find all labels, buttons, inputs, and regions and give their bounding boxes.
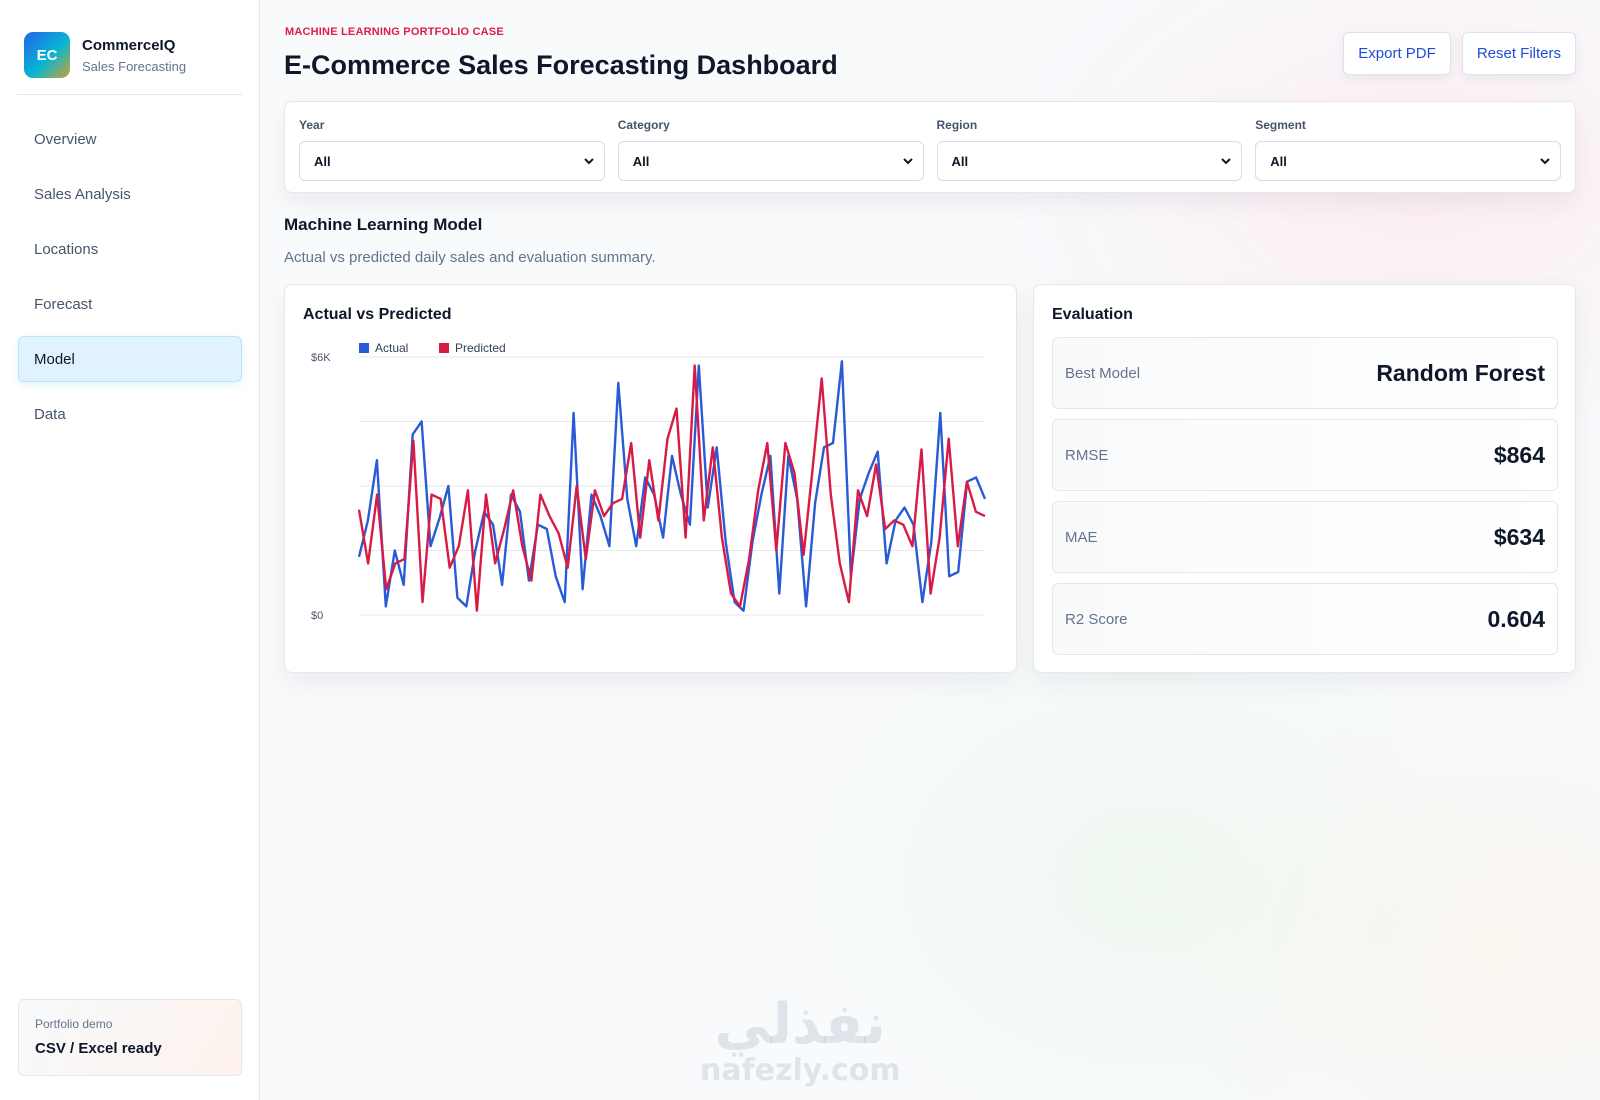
metric-label: R2 Score bbox=[1065, 610, 1128, 628]
select-value: All bbox=[951, 153, 969, 169]
brand-name: CommerceIQ bbox=[82, 37, 176, 54]
page-eyebrow: MACHINE LEARNING PORTFOLIO CASE bbox=[285, 26, 504, 38]
metric-label: RMSE bbox=[1065, 446, 1109, 464]
metric-value: $634 bbox=[1493, 523, 1545, 550]
evaluation-title: Evaluation bbox=[1052, 306, 1133, 323]
segment-select[interactable]: All bbox=[1255, 141, 1561, 181]
metric-r2-score: R2 Score 0.604 bbox=[1052, 583, 1558, 655]
y-tick-label: $6K bbox=[311, 352, 331, 364]
select-value: All bbox=[632, 153, 650, 169]
demo-value: CSV / Excel ready bbox=[35, 1040, 162, 1057]
filter-category: Category All bbox=[617, 118, 924, 181]
filter-label: Region bbox=[936, 118, 978, 132]
portfolio-demo-card: Portfolio demo CSV / Excel ready bbox=[18, 999, 242, 1076]
filter-year: Year All bbox=[299, 118, 605, 181]
y-tick-label: $0 bbox=[311, 610, 323, 622]
brand-subtitle: Sales Forecasting bbox=[82, 59, 187, 74]
brand-text: CommerceIQ Sales Forecasting bbox=[82, 32, 186, 74]
sidebar-nav: Overview Sales Analysis Locations Foreca… bbox=[18, 116, 242, 446]
header-actions: Export PDF Reset Filters bbox=[1343, 32, 1576, 75]
select-value: All bbox=[314, 153, 331, 169]
metric-rmse: RMSE $864 bbox=[1052, 419, 1558, 491]
category-select[interactable]: All bbox=[617, 141, 924, 181]
actual-vs-predicted-chart: $6K $0 Actual Predicted bbox=[311, 341, 987, 622]
year-select[interactable]: All bbox=[299, 141, 605, 181]
actual-vs-predicted-card: Actual vs Predicted $6K $0 Actual Predicted bbox=[284, 284, 1017, 673]
filter-label: Year bbox=[299, 118, 325, 132]
select-value: All bbox=[1270, 153, 1287, 169]
chevron-down-icon bbox=[584, 158, 594, 165]
chevron-down-icon bbox=[902, 158, 913, 165]
sidebar: EC CommerceIQ Sales Forecasting Overview… bbox=[0, 0, 260, 1100]
chevron-down-icon bbox=[1221, 158, 1231, 165]
sidebar-divider bbox=[17, 94, 242, 95]
metric-best-model: Best Model Random Forest bbox=[1052, 337, 1558, 409]
filter-label: Category bbox=[617, 118, 670, 132]
filter-segment: Segment All bbox=[1255, 118, 1561, 181]
metric-value: 0.604 bbox=[1487, 605, 1545, 632]
legend-label-actual: Actual bbox=[375, 341, 408, 355]
legend-label-predicted: Predicted bbox=[455, 341, 506, 355]
metric-label: Best Model bbox=[1065, 364, 1141, 382]
metric-value: $864 bbox=[1493, 441, 1545, 468]
region-select[interactable]: All bbox=[936, 141, 1243, 181]
sidebar-item-forecast[interactable]: Forecast bbox=[18, 281, 242, 327]
legend-swatch-actual bbox=[359, 343, 369, 353]
brand[interactable]: EC CommerceIQ Sales Forecasting bbox=[24, 32, 242, 94]
sidebar-item-overview[interactable]: Overview bbox=[18, 116, 242, 162]
evaluation-card: Evaluation Best Model Random Forest RMSE… bbox=[1033, 284, 1576, 673]
section-subtitle: Actual vs predicted daily sales and eval… bbox=[284, 249, 656, 266]
series-line-predicted bbox=[357, 364, 986, 612]
sidebar-item-sales-analysis[interactable]: Sales Analysis bbox=[18, 171, 242, 217]
metric-label: MAE bbox=[1065, 528, 1098, 546]
legend-swatch-predicted bbox=[439, 343, 449, 353]
main-content: MACHINE LEARNING PORTFOLIO CASE E-Commer… bbox=[260, 0, 1600, 1100]
filter-bar: Year All Category All Region All Segment… bbox=[284, 101, 1576, 193]
metric-value: Random Forest bbox=[1376, 359, 1545, 386]
demo-label: Portfolio demo bbox=[35, 1017, 113, 1031]
filter-label: Segment bbox=[1255, 118, 1306, 132]
watermark-logo: نفذلي nafezly.com bbox=[700, 992, 901, 1088]
sidebar-item-locations[interactable]: Locations bbox=[18, 226, 242, 272]
brand-logo: EC bbox=[24, 32, 70, 78]
page-title: E-Commerce Sales Forecasting Dashboard bbox=[284, 50, 838, 80]
sidebar-item-data[interactable]: Data bbox=[18, 391, 242, 437]
export-pdf-button[interactable]: Export PDF bbox=[1343, 32, 1451, 75]
filter-region: Region All bbox=[936, 118, 1243, 181]
sidebar-item-model[interactable]: Model bbox=[18, 336, 242, 382]
metric-mae: MAE $634 bbox=[1052, 501, 1558, 573]
chevron-down-icon bbox=[1540, 158, 1550, 165]
reset-filters-button[interactable]: Reset Filters bbox=[1461, 32, 1576, 75]
section-title: Machine Learning Model bbox=[284, 215, 483, 234]
